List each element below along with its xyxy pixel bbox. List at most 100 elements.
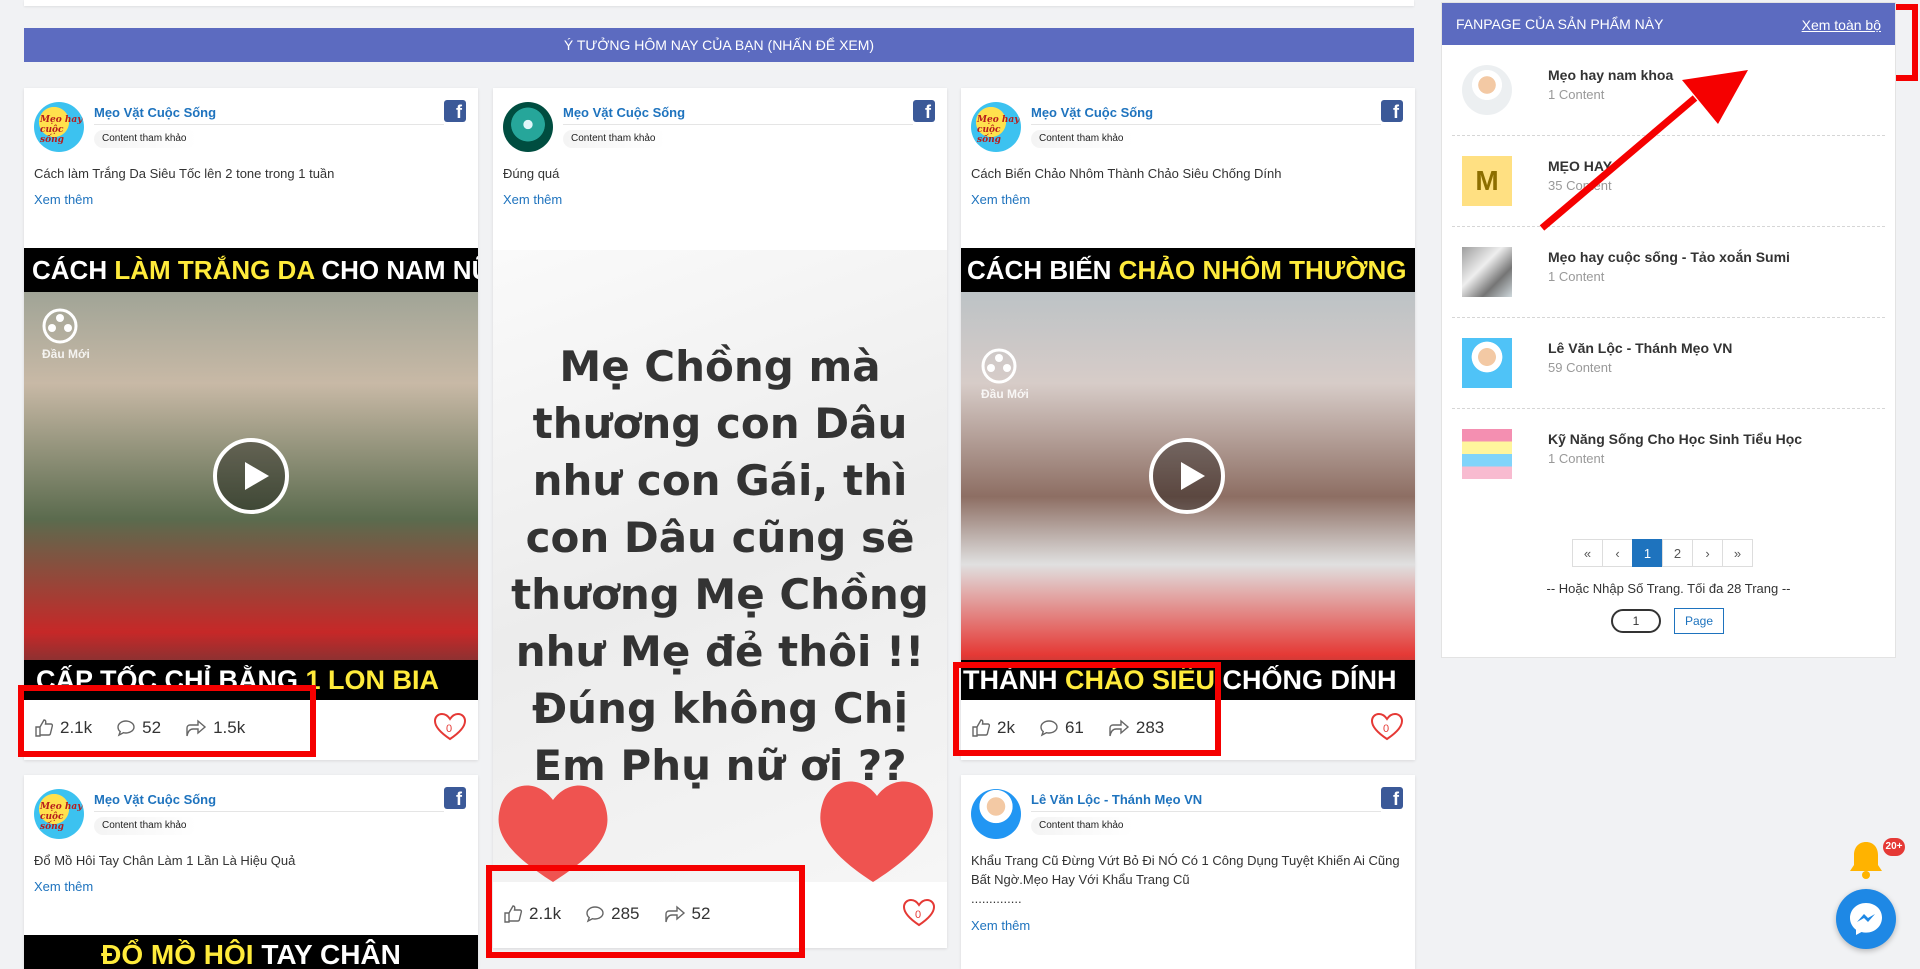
sidebar-header: FANPAGE CỦA SẢN PHẨM NÀY Xem toàn bộ bbox=[1442, 3, 1895, 45]
page-name-link[interactable]: Mẹo Vặt Cuộc Sống bbox=[94, 792, 216, 807]
post-card[interactable]: Lê Văn Lộc - Thánh Mẹo VN Content tham k… bbox=[961, 775, 1415, 969]
video-title-top: CÁCH BIẾN CHẢO NHÔM THƯỜNG bbox=[961, 248, 1415, 292]
card-header: Mẹo hay cuộc sống Mẹo Vặt Cuộc Sống Cont… bbox=[24, 88, 478, 154]
video-title-top: ĐỔ MỒ HÔI TAY CHÂN bbox=[24, 935, 478, 969]
notification-bell-icon[interactable] bbox=[1846, 838, 1886, 882]
avatar-text: Mẹo hay cuộc sống bbox=[40, 802, 83, 832]
post-text: Đúng quá bbox=[503, 166, 560, 181]
page-1-button[interactable]: 1 bbox=[1632, 539, 1663, 567]
page-avatar[interactable]: Mẹo hay cuộc sống bbox=[971, 102, 1021, 152]
page-avatar[interactable] bbox=[971, 789, 1021, 839]
content-badge: Content tham khảo bbox=[94, 130, 197, 148]
fanpage-avatar bbox=[1462, 429, 1512, 479]
fanpage-avatar bbox=[1462, 65, 1512, 115]
post-text-dots: .............. bbox=[971, 891, 1022, 906]
facebook-icon[interactable]: f bbox=[1381, 787, 1403, 809]
previous-card-bottom bbox=[24, 0, 1414, 6]
see-more-link[interactable]: Xem thêm bbox=[503, 192, 937, 207]
see-more-link[interactable]: Xem thêm bbox=[971, 192, 1405, 207]
heart-count: 0 bbox=[1383, 723, 1390, 735]
ideas-banner[interactable]: Ý TƯỞNG HÔM NAY CỦA BẠN (NHẤN ĐỂ XEM) bbox=[24, 28, 1414, 62]
messenger-button[interactable] bbox=[1836, 889, 1896, 949]
media-watermark: Đầu Mới bbox=[981, 348, 1029, 401]
facebook-icon[interactable]: f bbox=[1381, 100, 1403, 122]
sidebar-title: FANPAGE CỦA SẢN PHẨM NÀY bbox=[1456, 16, 1664, 32]
post-card[interactable]: Mẹo hay cuộc sống Mẹo Vặt Cuộc Sống Cont… bbox=[24, 88, 478, 760]
video-thumbnail[interactable]: ĐỔ MỒ HÔI TAY CHÂN bbox=[24, 935, 478, 969]
card-header: Mẹo Vặt Cuộc Sống Content tham khảo f bbox=[493, 88, 947, 154]
facebook-icon[interactable]: f bbox=[444, 787, 466, 809]
media-watermark: Đầu Mới bbox=[42, 308, 90, 361]
fanpage-avatar bbox=[1462, 247, 1512, 297]
see-more-link[interactable]: Xem thêm bbox=[34, 192, 468, 207]
facebook-icon[interactable]: f bbox=[444, 100, 466, 122]
card-header: Lê Văn Lộc - Thánh Mẹo VN Content tham k… bbox=[961, 775, 1415, 841]
pagination: « ‹ 1 2 › » bbox=[1572, 539, 1753, 567]
page-name-link[interactable]: Mẹo Vặt Cuộc Sống bbox=[1031, 105, 1153, 120]
divider bbox=[1031, 811, 1381, 812]
card-header: Mẹo hay cuộc sống Mẹo Vặt Cuộc Sống Cont… bbox=[961, 88, 1415, 154]
divider bbox=[94, 811, 444, 812]
page-name-link[interactable]: Lê Văn Lộc - Thánh Mẹo VN bbox=[1031, 792, 1202, 807]
first-page-button[interactable]: « bbox=[1572, 539, 1603, 567]
heart-button[interactable]: 0 bbox=[1369, 712, 1405, 742]
page-number-input[interactable]: 1 bbox=[1611, 609, 1661, 633]
prev-page-button[interactable]: ‹ bbox=[1602, 539, 1633, 567]
page-avatar[interactable] bbox=[503, 102, 553, 152]
notification-badge: 20+ bbox=[1883, 838, 1905, 856]
heart-button[interactable]: 0 bbox=[901, 898, 937, 928]
video-title-top: CÁCH LÀM TRẮNG DA CHO NAM NỮ bbox=[24, 248, 478, 292]
content-badge: Content tham khảo bbox=[563, 130, 666, 148]
page-2-button[interactable]: 2 bbox=[1662, 539, 1693, 567]
play-icon[interactable] bbox=[1149, 438, 1225, 514]
post-image[interactable]: Mẹ Chồng mà thương con Dâu như con Gái, … bbox=[493, 250, 947, 882]
play-icon[interactable] bbox=[213, 438, 289, 514]
post-card[interactable]: Mẹo hay cuộc sống Mẹo Vặt Cuộc Sống Cont… bbox=[961, 88, 1415, 760]
divider bbox=[563, 124, 913, 125]
fanpage-count: 1 Content bbox=[1548, 451, 1605, 466]
content-badge: Content tham khảo bbox=[94, 817, 197, 835]
page-hint: -- Hoặc Nhập Số Trang. Tối đa 28 Trang -… bbox=[1546, 581, 1791, 596]
fanpage-avatar bbox=[1462, 338, 1512, 388]
video-thumbnail[interactable]: CÁCH BIẾN CHẢO NHÔM THƯỜNG Đầu Mới THÀNH… bbox=[961, 248, 1415, 700]
card-header: Mẹo hay cuộc sống Mẹo Vặt Cuộc Sống Cont… bbox=[24, 775, 478, 841]
post-text: Khẩu Trang Cũ Đừng Vứt Bỏ Đi NÓ Có 1 Côn… bbox=[971, 853, 1400, 887]
heart-count: 0 bbox=[446, 723, 453, 735]
see-more-link[interactable]: Xem thêm bbox=[34, 879, 468, 894]
heart-button[interactable]: 0 bbox=[432, 712, 468, 742]
page-go-button[interactable]: Page bbox=[1674, 608, 1724, 634]
page-avatar[interactable]: Mẹo hay cuộc sống bbox=[34, 789, 84, 839]
next-page-button[interactable]: › bbox=[1692, 539, 1723, 567]
see-more-link[interactable]: Xem thêm bbox=[971, 918, 1405, 933]
fanpage-item[interactable]: Kỹ Năng Sống Cho Học Sinh Tiểu Học 1 Con… bbox=[1452, 409, 1885, 500]
highlight-box bbox=[18, 685, 316, 757]
highlight-box bbox=[953, 662, 1221, 756]
see-all-link[interactable]: Xem toàn bộ bbox=[1802, 17, 1881, 33]
last-page-button[interactable]: » bbox=[1722, 539, 1753, 567]
content-badge: Content tham khảo bbox=[1031, 130, 1134, 148]
fanpage-name[interactable]: Lê Văn Lộc - Thánh Mẹo VN bbox=[1548, 340, 1732, 356]
fanpage-item[interactable]: Lê Văn Lộc - Thánh Mẹo VN 59 Content bbox=[1452, 318, 1885, 409]
fanpage-item[interactable]: Mẹo hay cuộc sống - Tảo xoắn Sumi 1 Cont… bbox=[1452, 227, 1885, 318]
post-card[interactable]: Mẹo hay cuộc sống Mẹo Vặt Cuộc Sống Cont… bbox=[24, 775, 478, 969]
page-name-link[interactable]: Mẹo Vặt Cuộc Sống bbox=[94, 105, 216, 120]
avatar-text: Mẹo hay cuộc sống bbox=[977, 115, 1020, 145]
facebook-icon[interactable]: f bbox=[913, 100, 935, 122]
heart-count: 0 bbox=[915, 909, 922, 921]
content-badge: Content tham khảo bbox=[1031, 817, 1134, 835]
avatar-text: Mẹo hay cuộc sống bbox=[40, 115, 83, 145]
messenger-icon bbox=[1850, 903, 1882, 935]
page-name-link[interactable]: Mẹo Vặt Cuộc Sống bbox=[563, 105, 685, 120]
annotation-arrow bbox=[1539, 70, 1748, 231]
page-avatar[interactable]: Mẹo hay cuộc sống bbox=[34, 102, 84, 152]
fanpage-count: 59 Content bbox=[1548, 360, 1612, 375]
highlight-box bbox=[486, 865, 805, 958]
fanpage-name[interactable]: Mẹo hay cuộc sống - Tảo xoắn Sumi bbox=[1548, 249, 1790, 265]
post-card[interactable]: Mẹo Vặt Cuộc Sống Content tham khảo f Đú… bbox=[493, 88, 947, 948]
video-thumbnail[interactable]: CÁCH LÀM TRẮNG DA CHO NAM NỮ Đầu Mới CẤP… bbox=[24, 248, 478, 700]
heart-decoration bbox=[498, 781, 933, 882]
post-text: Đổ Mồ Hôi Tay Chân Làm 1 Lần Là Hiệu Quả bbox=[34, 853, 296, 868]
divider bbox=[94, 124, 444, 125]
fanpage-count: 1 Content bbox=[1548, 269, 1605, 284]
fanpage-name[interactable]: Kỹ Năng Sống Cho Học Sinh Tiểu Học bbox=[1548, 431, 1802, 447]
